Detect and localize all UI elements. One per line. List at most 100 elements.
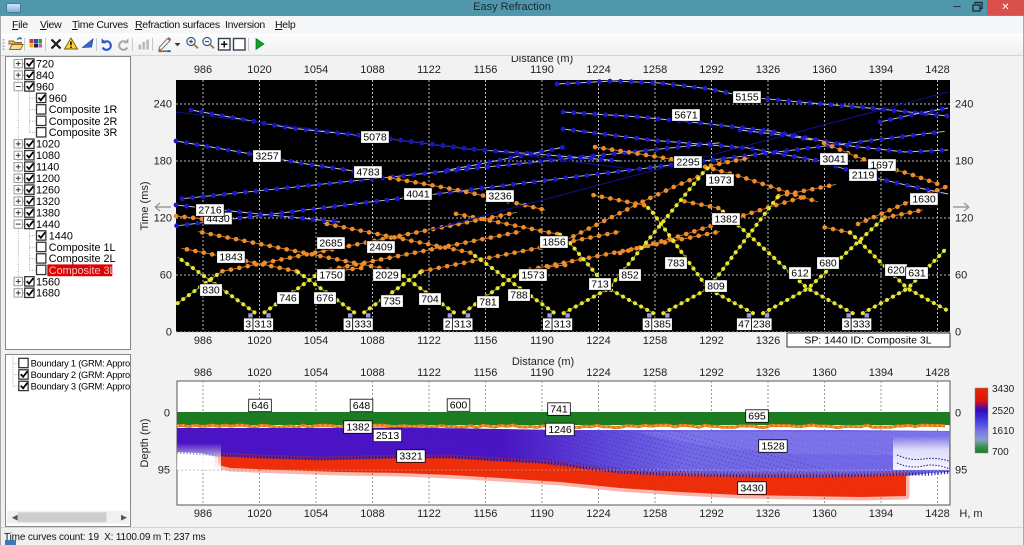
svg-text:1122: 1122	[417, 64, 441, 76]
svg-text:47: 47	[738, 319, 750, 331]
svg-text:1224: 1224	[586, 335, 610, 347]
svg-text:3430: 3430	[740, 483, 764, 495]
svg-text:2119: 2119	[852, 170, 875, 182]
svg-text:1122: 1122	[417, 335, 441, 347]
svg-text:1428: 1428	[925, 64, 949, 76]
svg-text:1292: 1292	[699, 508, 723, 520]
svg-text:Composite 2L: Composite 2L	[49, 253, 116, 265]
svg-text:1326: 1326	[756, 335, 780, 347]
svg-text:960: 960	[36, 81, 54, 93]
svg-text:1156: 1156	[474, 64, 498, 76]
svg-text:713: 713	[591, 279, 609, 291]
svg-text:1088: 1088	[360, 508, 384, 520]
svg-text:1190: 1190	[530, 64, 554, 76]
svg-text:1292: 1292	[699, 335, 723, 347]
svg-text:986: 986	[194, 508, 212, 520]
svg-text:Boundary 2 (GRM: Approxim: Boundary 2 (GRM: Approxim	[31, 370, 131, 380]
svg-text:1258: 1258	[643, 335, 667, 347]
svg-text:385: 385	[653, 319, 671, 331]
svg-text:3: 3	[644, 319, 650, 331]
svg-text:2513: 2513	[376, 430, 400, 442]
svg-text:986: 986	[194, 64, 212, 76]
svg-text:1320: 1320	[36, 196, 60, 208]
svg-text:1088: 1088	[360, 64, 384, 76]
svg-text:986: 986	[194, 335, 212, 347]
svg-text:700: 700	[992, 447, 1009, 458]
svg-text:1122: 1122	[417, 508, 441, 520]
svg-text:60: 60	[955, 270, 967, 282]
svg-text:►: ►	[119, 513, 129, 524]
svg-text:676: 676	[316, 293, 334, 305]
svg-text:1394: 1394	[869, 64, 893, 76]
svg-text:1573: 1573	[521, 270, 545, 282]
svg-text:Depth (m): Depth (m)	[139, 419, 151, 468]
svg-text:1258: 1258	[643, 367, 667, 379]
svg-text:120: 120	[154, 213, 172, 225]
svg-text:1140: 1140	[36, 162, 59, 174]
svg-text:238: 238	[753, 319, 771, 331]
svg-text:600: 600	[450, 400, 468, 412]
svg-text:1088: 1088	[360, 367, 384, 379]
svg-text:180: 180	[154, 156, 172, 168]
svg-text:746: 746	[279, 293, 297, 305]
svg-text:3: 3	[245, 319, 251, 331]
svg-text:Distance (m): Distance (m)	[512, 356, 574, 368]
svg-text:1156: 1156	[474, 367, 498, 379]
svg-text:840: 840	[36, 70, 54, 82]
svg-text:5155: 5155	[735, 92, 759, 104]
svg-text:1843: 1843	[219, 252, 243, 264]
svg-text:1020: 1020	[36, 139, 60, 151]
svg-text:0: 0	[955, 327, 961, 339]
svg-text:1224: 1224	[586, 64, 610, 76]
svg-text:1020: 1020	[247, 335, 271, 347]
svg-text:SP: 1440 ID: Composite 3L: SP: 1440 ID: Composite 3L	[804, 335, 931, 347]
svg-text:809: 809	[707, 281, 725, 293]
svg-text:1292: 1292	[699, 64, 723, 76]
svg-text:1394: 1394	[869, 508, 893, 520]
svg-text:1190: 1190	[530, 335, 554, 347]
svg-text:1440: 1440	[36, 219, 60, 231]
svg-text:1394: 1394	[869, 367, 893, 379]
svg-text:3: 3	[345, 319, 351, 331]
svg-text:1224: 1224	[586, 367, 610, 379]
svg-text:3: 3	[844, 319, 850, 331]
svg-text:333: 333	[853, 319, 871, 331]
svg-text:5078: 5078	[363, 132, 387, 144]
svg-text:1200: 1200	[36, 173, 60, 185]
svg-text:1156: 1156	[474, 335, 498, 347]
svg-text:1750: 1750	[319, 270, 343, 282]
svg-text:2029: 2029	[375, 270, 399, 282]
svg-text:1680: 1680	[36, 288, 60, 300]
svg-text:313: 313	[254, 319, 272, 331]
svg-text:788: 788	[510, 290, 528, 302]
svg-text:620: 620	[887, 265, 905, 277]
svg-text:1326: 1326	[756, 367, 780, 379]
svg-text:Composite 3R: Composite 3R	[49, 127, 118, 139]
svg-text:1326: 1326	[756, 508, 780, 520]
svg-text:1088: 1088	[360, 335, 384, 347]
svg-text:1054: 1054	[304, 367, 328, 379]
svg-text:680: 680	[819, 258, 837, 270]
svg-text:986: 986	[194, 367, 212, 379]
svg-text:1428: 1428	[925, 367, 949, 379]
svg-text:1360: 1360	[812, 508, 836, 520]
svg-text:Time (ms): Time (ms)	[139, 181, 151, 230]
svg-text:3236: 3236	[488, 191, 512, 203]
svg-text:Composite 1R: Composite 1R	[49, 104, 118, 116]
svg-text:4041: 4041	[406, 189, 430, 201]
svg-text:960: 960	[49, 93, 67, 105]
svg-text:1360: 1360	[812, 367, 836, 379]
svg-text:2: 2	[544, 319, 550, 331]
svg-text:695: 695	[748, 411, 766, 423]
svg-text:648: 648	[353, 400, 371, 412]
svg-text:783: 783	[667, 258, 685, 270]
svg-text:741: 741	[550, 404, 568, 416]
svg-text:1428: 1428	[925, 508, 949, 520]
svg-text:Boundary 1 (GRM: Approxim: Boundary 1 (GRM: Approxim	[31, 359, 131, 369]
svg-text:704: 704	[421, 294, 439, 306]
svg-text:60: 60	[160, 270, 172, 282]
svg-text:120: 120	[955, 213, 973, 225]
svg-text:1856: 1856	[542, 237, 566, 249]
svg-text:1610: 1610	[992, 426, 1015, 437]
svg-text:0: 0	[166, 327, 172, 339]
